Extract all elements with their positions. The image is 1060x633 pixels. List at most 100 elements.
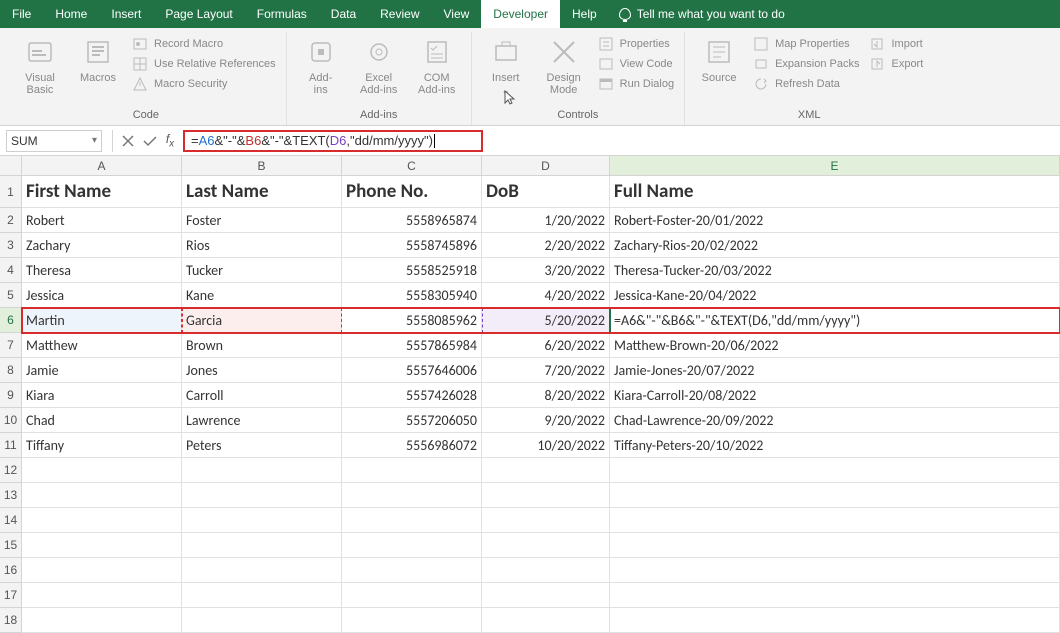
cell-D8[interactable]: 7/20/2022 — [482, 358, 610, 383]
cell-E1[interactable]: Full Name — [610, 176, 1060, 208]
row-header-1[interactable]: 1 — [0, 176, 22, 208]
cell-E18[interactable] — [610, 608, 1060, 633]
cell-B6[interactable]: Garcia — [182, 308, 342, 333]
cancel-edit-button[interactable] — [117, 130, 139, 152]
tab-page-layout[interactable]: Page Layout — [153, 0, 244, 28]
cell-B2[interactable]: Foster — [182, 208, 342, 233]
tab-file[interactable]: File — [0, 0, 43, 28]
row-header-7[interactable]: 7 — [0, 333, 22, 358]
cell-C18[interactable] — [342, 608, 482, 633]
name-box[interactable]: SUM▾ — [6, 130, 102, 152]
cell-D7[interactable]: 6/20/2022 — [482, 333, 610, 358]
cell-D18[interactable] — [482, 608, 610, 633]
cell-B16[interactable] — [182, 558, 342, 583]
cell-A9[interactable]: Kiara — [22, 383, 182, 408]
insert-function-button[interactable]: fx — [161, 130, 183, 152]
row-header-16[interactable]: 16 — [0, 558, 22, 583]
cell-E6[interactable]: =A6&"-"&B6&"-"&TEXT(D6,"dd/mm/yyyy") — [610, 308, 1060, 333]
row-header-17[interactable]: 17 — [0, 583, 22, 608]
cell-A2[interactable]: Robert — [22, 208, 182, 233]
column-header-B[interactable]: B — [182, 156, 342, 176]
macro-security-button[interactable]: Macro Security — [132, 76, 276, 92]
cell-D12[interactable] — [482, 458, 610, 483]
cell-C9[interactable]: 5557426028 — [342, 383, 482, 408]
xml-import-button[interactable]: Import — [869, 36, 923, 52]
cell-B13[interactable] — [182, 483, 342, 508]
cell-A18[interactable] — [22, 608, 182, 633]
cell-A13[interactable] — [22, 483, 182, 508]
cell-D4[interactable]: 3/20/2022 — [482, 258, 610, 283]
refresh-data-button[interactable]: Refresh Data — [753, 76, 859, 92]
cell-D9[interactable]: 8/20/2022 — [482, 383, 610, 408]
cell-B12[interactable] — [182, 458, 342, 483]
tab-data[interactable]: Data — [319, 0, 368, 28]
cell-B18[interactable] — [182, 608, 342, 633]
cell-E14[interactable] — [610, 508, 1060, 533]
cell-D16[interactable] — [482, 558, 610, 583]
cell-A16[interactable] — [22, 558, 182, 583]
cell-E5[interactable]: Jessica-Kane-20/04/2022 — [610, 283, 1060, 308]
design-mode-button[interactable]: Design Mode — [540, 36, 588, 96]
cell-A6[interactable]: Martin — [22, 308, 182, 333]
cell-E8[interactable]: Jamie-Jones-20/07/2022 — [610, 358, 1060, 383]
cell-E12[interactable] — [610, 458, 1060, 483]
cell-C13[interactable] — [342, 483, 482, 508]
cell-E17[interactable] — [610, 583, 1060, 608]
cell-B9[interactable]: Carroll — [182, 383, 342, 408]
select-all-corner[interactable] — [0, 156, 22, 176]
cell-C14[interactable] — [342, 508, 482, 533]
cell-A14[interactable] — [22, 508, 182, 533]
formula-input[interactable]: =A6&"-"&B6&"-"&TEXT(D6,"dd/mm/yyyy") — [183, 130, 483, 152]
cell-A4[interactable]: Theresa — [22, 258, 182, 283]
cell-D10[interactable]: 9/20/2022 — [482, 408, 610, 433]
cell-A8[interactable]: Jamie — [22, 358, 182, 383]
row-header-13[interactable]: 13 — [0, 483, 22, 508]
map-properties-button[interactable]: Map Properties — [753, 36, 859, 52]
cell-A10[interactable]: Chad — [22, 408, 182, 433]
enter-edit-button[interactable] — [139, 130, 161, 152]
cell-C4[interactable]: 5558525918 — [342, 258, 482, 283]
cell-C3[interactable]: 5558745896 — [342, 233, 482, 258]
cell-E15[interactable] — [610, 533, 1060, 558]
visual-basic-button[interactable]: Visual Basic — [16, 36, 64, 96]
view-code-button[interactable]: View Code — [598, 56, 674, 72]
cell-D6[interactable]: 5/20/2022 — [482, 308, 610, 333]
tab-view[interactable]: View — [432, 0, 482, 28]
cell-E16[interactable] — [610, 558, 1060, 583]
cell-E2[interactable]: Robert-Foster-20/01/2022 — [610, 208, 1060, 233]
tab-developer[interactable]: Developer — [481, 0, 560, 28]
cell-E13[interactable] — [610, 483, 1060, 508]
cell-C11[interactable]: 5556986072 — [342, 433, 482, 458]
cell-A12[interactable] — [22, 458, 182, 483]
cell-D1[interactable]: DoB — [482, 176, 610, 208]
cell-B14[interactable] — [182, 508, 342, 533]
column-header-E[interactable]: E — [610, 156, 1060, 176]
cell-A11[interactable]: Tiffany — [22, 433, 182, 458]
row-header-10[interactable]: 10 — [0, 408, 22, 433]
cell-E7[interactable]: Matthew-Brown-20/06/2022 — [610, 333, 1060, 358]
cell-E11[interactable]: Tiffany-Peters-20/10/2022 — [610, 433, 1060, 458]
cell-B3[interactable]: Rios — [182, 233, 342, 258]
cell-B7[interactable]: Brown — [182, 333, 342, 358]
tab-formulas[interactable]: Formulas — [245, 0, 319, 28]
cell-D14[interactable] — [482, 508, 610, 533]
cell-B15[interactable] — [182, 533, 342, 558]
cell-A15[interactable] — [22, 533, 182, 558]
cell-C16[interactable] — [342, 558, 482, 583]
cell-B5[interactable]: Kane — [182, 283, 342, 308]
cell-B8[interactable]: Jones — [182, 358, 342, 383]
cell-A5[interactable]: Jessica — [22, 283, 182, 308]
row-header-14[interactable]: 14 — [0, 508, 22, 533]
cell-E4[interactable]: Theresa-Tucker-20/03/2022 — [610, 258, 1060, 283]
row-header-9[interactable]: 9 — [0, 383, 22, 408]
cell-D15[interactable] — [482, 533, 610, 558]
tab-help[interactable]: Help — [560, 0, 609, 28]
cell-A7[interactable]: Matthew — [22, 333, 182, 358]
relative-refs-button[interactable]: Use Relative References — [132, 56, 276, 72]
cell-B10[interactable]: Lawrence — [182, 408, 342, 433]
cell-A1[interactable]: First Name — [22, 176, 182, 208]
cell-C5[interactable]: 5558305940 — [342, 283, 482, 308]
column-header-A[interactable]: A — [22, 156, 182, 176]
column-header-C[interactable]: C — [342, 156, 482, 176]
excel-addins-button[interactable]: Excel Add-ins — [355, 36, 403, 96]
